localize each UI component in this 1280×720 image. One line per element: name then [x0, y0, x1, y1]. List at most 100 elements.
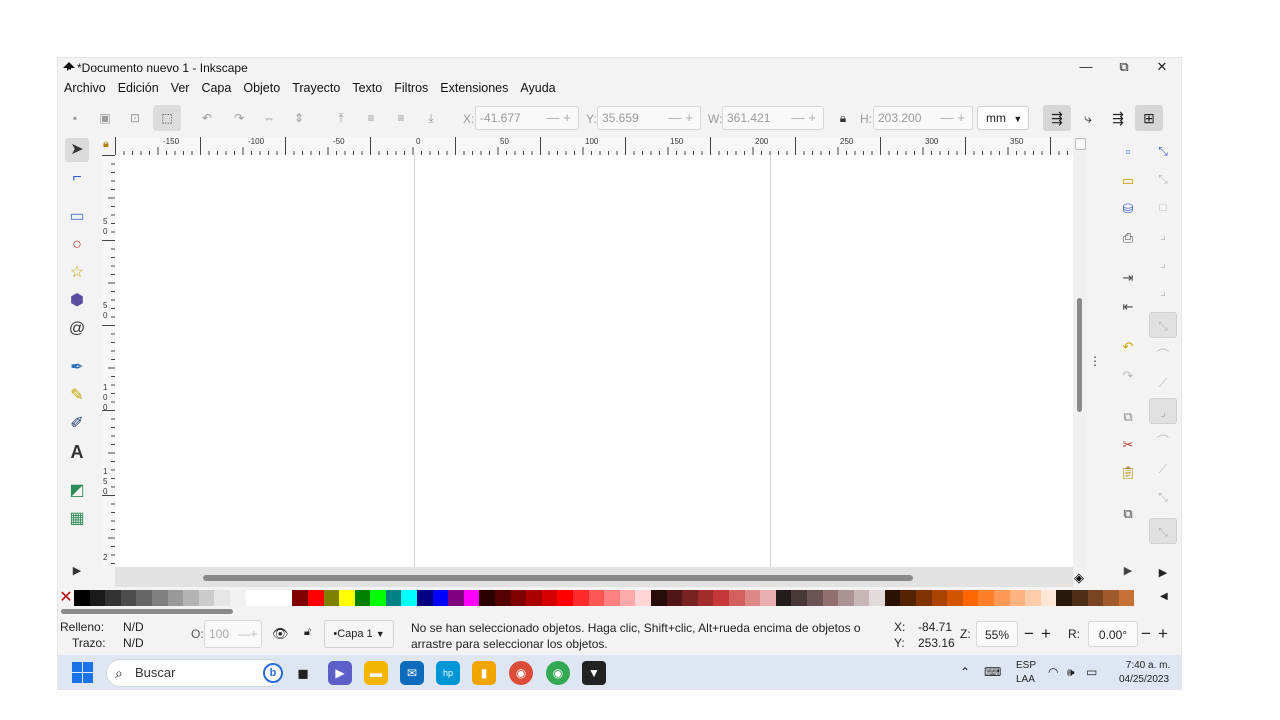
color-swatch[interactable]: [884, 590, 901, 606]
task-view-icon[interactable]: ◼: [291, 661, 315, 685]
color-swatch[interactable]: [853, 590, 870, 606]
color-swatch[interactable]: [682, 590, 698, 606]
raise-to-top-icon[interactable]: ⤒: [332, 109, 350, 127]
touch-select-icon[interactable]: ⬚: [153, 105, 181, 131]
color-swatch[interactable]: [1087, 590, 1104, 606]
color-swatch[interactable]: [370, 590, 386, 606]
y-stepper[interactable]: —+: [668, 110, 697, 125]
horizontal-scroll-thumb[interactable]: [203, 575, 913, 581]
cut-icon[interactable]: ✂: [1116, 434, 1140, 456]
color-swatch[interactable]: [1040, 590, 1057, 606]
snap-bbox-icon[interactable]: ⤡: [1149, 166, 1177, 192]
color-swatch[interactable]: [229, 590, 246, 606]
text-tool-icon[interactable]: A: [65, 440, 89, 464]
color-swatch[interactable]: [619, 590, 636, 606]
snap-page-icon[interactable]: ⤡: [1149, 518, 1177, 544]
w-field[interactable]: 361.421 —+: [722, 106, 824, 130]
gradient-tool-icon[interactable]: ◩: [65, 479, 89, 503]
clock-time[interactable]: 7:40 a. m.: [1123, 660, 1173, 671]
color-swatch[interactable]: [806, 590, 823, 606]
color-swatch[interactable]: [1009, 590, 1026, 606]
zoom-field[interactable]: 55%: [976, 621, 1018, 647]
color-swatch[interactable]: [167, 590, 184, 606]
color-swatch[interactable]: [307, 590, 324, 606]
language-bottom[interactable]: LAA: [1016, 674, 1035, 685]
snap-cusp-icon[interactable]: ⌟: [1149, 398, 1177, 424]
color-swatch[interactable]: [1103, 590, 1119, 606]
h-stepper[interactable]: —+: [940, 110, 969, 125]
menu-archivo[interactable]: Archivo: [58, 79, 112, 99]
snap-line-mid-icon[interactable]: ⟋: [1149, 456, 1177, 482]
color-swatch[interactable]: [869, 590, 885, 606]
color-swatch[interactable]: [900, 590, 917, 606]
color-swatch[interactable]: [479, 590, 496, 606]
select-same-icon[interactable]: ⊡: [126, 109, 144, 127]
print-icon[interactable]: ⎙: [1116, 227, 1140, 249]
calligraphy-tool-icon[interactable]: ✐: [65, 412, 89, 436]
unit-select[interactable]: mm ▼: [977, 106, 1029, 130]
color-swatch[interactable]: [838, 590, 854, 606]
pencil-tool-icon[interactable]: ✎: [65, 384, 89, 408]
palette-scroll-thumb[interactable]: [61, 609, 233, 614]
color-swatch[interactable]: [1072, 590, 1088, 606]
color-swatch[interactable]: [635, 590, 651, 606]
drawing-canvas[interactable]: [115, 155, 1073, 567]
toolbox-more-icon[interactable]: ▶: [65, 559, 89, 583]
color-swatch[interactable]: [541, 590, 558, 606]
rotate-plus-icon[interactable]: +: [1158, 621, 1168, 647]
language-top[interactable]: ESP: [1016, 660, 1036, 671]
selector-tool-icon[interactable]: ➤: [65, 138, 89, 162]
y-field[interactable]: 35.659 —+: [597, 106, 701, 130]
color-swatch[interactable]: [526, 590, 542, 606]
file-explorer-icon[interactable]: ▬: [364, 661, 388, 685]
color-swatch[interactable]: [151, 590, 168, 606]
snap-smooth-icon[interactable]: ⌒: [1149, 428, 1177, 454]
h-field[interactable]: 203.200 —+: [873, 106, 973, 130]
color-swatch[interactable]: [978, 590, 995, 606]
color-swatch[interactable]: [760, 590, 776, 606]
snap-midpoint-icon[interactable]: ⌟: [1149, 250, 1177, 276]
color-swatch[interactable]: [292, 590, 308, 606]
snap-bbox-corner-icon[interactable]: ⌟: [1149, 222, 1177, 248]
color-swatch[interactable]: [214, 590, 230, 606]
color-swatch[interactable]: [495, 590, 511, 606]
maximize-button[interactable]: ⧉: [1106, 58, 1142, 78]
show-hidden-icons-icon[interactable]: ⌃: [960, 665, 970, 679]
rotation-field[interactable]: 0.00°: [1088, 621, 1138, 647]
zoom-in-icon[interactable]: +: [1041, 621, 1051, 647]
snap-center-icon[interactable]: ⌟: [1149, 278, 1177, 304]
color-swatch[interactable]: [198, 590, 215, 606]
open-file-icon[interactable]: ▭: [1116, 170, 1140, 192]
node-tool-icon[interactable]: ⌐: [65, 166, 89, 190]
rotate-minus-icon[interactable]: −: [1141, 621, 1151, 647]
rectangle-tool-icon[interactable]: ▭: [65, 205, 89, 229]
keyboard-icon[interactable]: ⌨: [984, 665, 1001, 679]
chrome-icon[interactable]: ◉: [509, 661, 533, 685]
color-swatch[interactable]: [822, 590, 839, 606]
inkscape-taskbar-icon[interactable]: ▼: [582, 661, 606, 685]
ellipse-tool-icon[interactable]: ○: [65, 233, 89, 257]
bing-icon[interactable]: b: [263, 663, 283, 683]
lower-to-bottom-icon[interactable]: ⤓: [422, 109, 440, 127]
snap-intersections-icon[interactable]: ⟋: [1149, 370, 1177, 396]
menu-edicion[interactable]: Edición: [112, 79, 165, 99]
menu-trayecto[interactable]: Trayecto: [286, 79, 346, 99]
color-swatch[interactable]: [604, 590, 620, 606]
color-swatch[interactable]: [775, 590, 792, 606]
taskbar-search[interactable]: ⌕ Buscar b: [106, 659, 283, 687]
paste-icon[interactable]: 📋︎: [1116, 462, 1140, 484]
menu-ayuda[interactable]: Ayuda: [514, 79, 561, 99]
color-swatch[interactable]: [1118, 590, 1135, 606]
minimize-button[interactable]: —: [1068, 58, 1104, 78]
color-manage-icon[interactable]: ◈: [1074, 570, 1084, 586]
lower-icon[interactable]: ≡: [392, 109, 410, 127]
menu-filtros[interactable]: Filtros: [388, 79, 434, 99]
color-swatch[interactable]: [557, 590, 573, 606]
color-swatch[interactable]: [74, 590, 90, 606]
color-swatch[interactable]: [136, 590, 152, 606]
close-button[interactable]: ✕: [1144, 58, 1180, 78]
stroke-value[interactable]: N/D: [123, 636, 144, 650]
color-swatch[interactable]: [385, 590, 402, 606]
scale-corners-toggle[interactable]: ⤷: [1074, 105, 1102, 131]
color-swatch[interactable]: [744, 590, 761, 606]
